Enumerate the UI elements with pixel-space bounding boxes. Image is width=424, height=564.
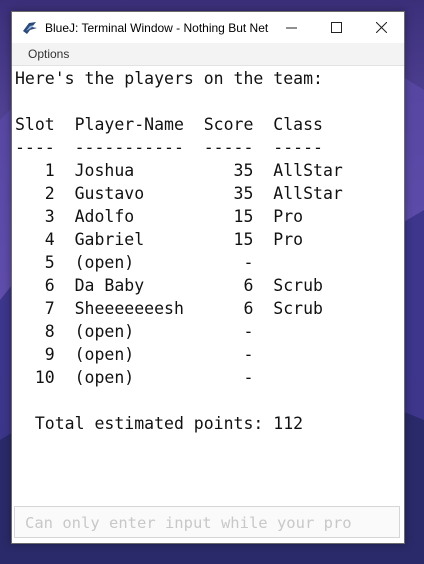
table-row: 7 Sheeeeeeesh 6 Scrub: [15, 299, 323, 318]
table-row: 3 Adolfo 15 Pro: [15, 207, 304, 226]
table-row: 6 Da Baby 6 Scrub: [15, 276, 323, 295]
window-title: BlueJ: Terminal Window - Nothing But Net: [45, 20, 269, 35]
maximize-icon: [331, 22, 342, 33]
terminal-input-field[interactable]: Can only enter input while your pro: [14, 506, 400, 538]
menu-bar: Options: [12, 43, 404, 66]
table-row: 1 Joshua 35 AllStar: [15, 161, 343, 180]
terminal-window: BlueJ: Terminal Window - Nothing But Net…: [11, 11, 405, 544]
table-divider: ---- ----------- ----- -----: [15, 138, 323, 157]
close-button[interactable]: [359, 12, 404, 43]
table-header: Slot Player-Name Score Class: [15, 115, 323, 134]
menu-options[interactable]: Options: [12, 47, 69, 61]
table-row: 2 Gustavo 35 AllStar: [15, 184, 343, 203]
minimize-button[interactable]: [269, 12, 314, 43]
terminal-output: Here's the players on the team: Slot Pla…: [12, 67, 404, 503]
terminal-line: Here's the players on the team:: [15, 69, 323, 88]
close-icon: [376, 22, 387, 33]
table-row: 4 Gabriel 15 Pro: [15, 230, 304, 249]
total-points-line: Total estimated points: 112: [15, 414, 304, 433]
table-row: 10 (open) -: [15, 368, 254, 387]
minimize-icon: [286, 27, 297, 29]
table-row: 9 (open) -: [15, 345, 254, 364]
title-bar[interactable]: BlueJ: Terminal Window - Nothing But Net: [12, 12, 404, 43]
maximize-button[interactable]: [314, 12, 359, 43]
table-row: 5 (open) -: [15, 253, 254, 272]
bluej-bird-icon: [23, 21, 37, 34]
table-row: 8 (open) -: [15, 322, 254, 341]
